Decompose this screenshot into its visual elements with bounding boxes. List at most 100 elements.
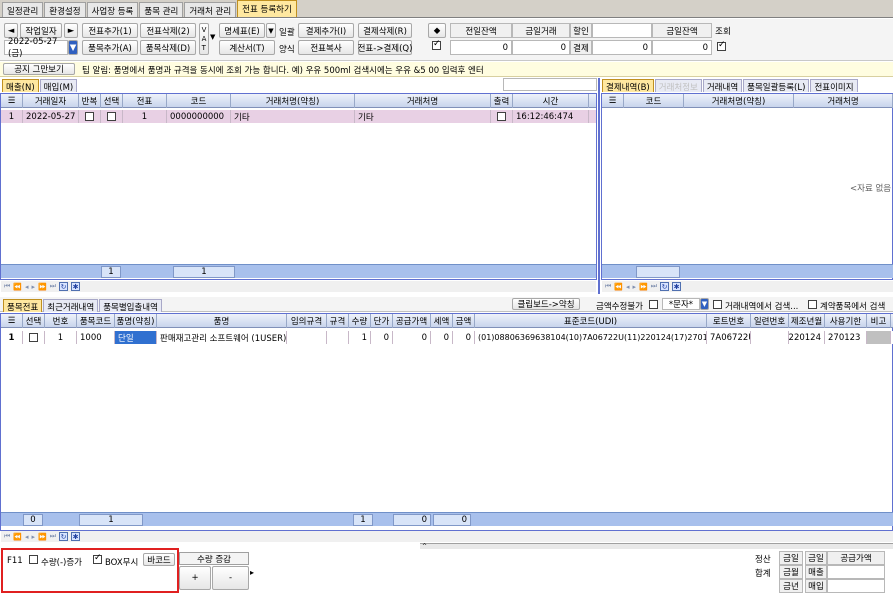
- col-payment-client-short[interactable]: 거래처명(약칭): [684, 94, 794, 108]
- clipboard-to-short-button[interactable]: 클립보드->약칭: [512, 298, 580, 310]
- slip-grid-navigator[interactable]: ⏮ ⏪ ◂ ▸ ⏩ ⏭ ↻ ✱: [1, 281, 596, 292]
- cell-item-number[interactable]: 1: [45, 331, 77, 344]
- expand-arrow-icon[interactable]: ▸: [250, 568, 254, 577]
- tab-recent-trade[interactable]: 최근거래내역: [43, 299, 99, 313]
- cell-mfg-date[interactable]: 220124: [789, 331, 825, 344]
- cell-select-checkbox[interactable]: [101, 110, 123, 123]
- col-expiry[interactable]: 사용기한: [825, 314, 867, 328]
- query-checkbox[interactable]: [717, 40, 726, 52]
- col-qty[interactable]: 수량: [349, 314, 371, 328]
- col-code[interactable]: 코드: [167, 94, 231, 108]
- tab-payment-history[interactable]: 결제내역(B): [602, 79, 654, 93]
- col-trade-date[interactable]: 거래일자: [23, 94, 79, 108]
- left-search-input[interactable]: [503, 78, 597, 91]
- item-delete-button[interactable]: 품목삭제(D): [140, 40, 196, 55]
- item-add-button[interactable]: 품목추가(A): [82, 40, 138, 55]
- filter-input[interactable]: *문자*: [662, 298, 700, 310]
- search-contract-checkbox[interactable]: [808, 300, 817, 310]
- cell-expiry[interactable]: 270123: [825, 331, 867, 344]
- tab-bulk-item-register[interactable]: 품목일괄등록(L): [743, 79, 810, 93]
- date-field[interactable]: 2022-05-27 (금): [4, 37, 68, 59]
- slip-delete-button[interactable]: 전표삭제(2): [140, 23, 196, 38]
- cell-code[interactable]: 0000000000: [167, 110, 231, 123]
- box-ignore-checkbox[interactable]: [93, 553, 102, 565]
- payment-delete-button[interactable]: 결제삭제(R): [358, 23, 412, 38]
- item-filter-icon[interactable]: ✱: [71, 532, 81, 541]
- cell-client-short[interactable]: 기타: [231, 110, 355, 123]
- cell-udi[interactable]: (01)08806369638104(10)7A06722U(11)220124…: [475, 331, 707, 344]
- col-item-name[interactable]: 품명: [157, 314, 287, 328]
- payment-grid-navigator[interactable]: ⏮ ⏪ ◂ ▸ ⏩ ⏭ ↻ ✱: [602, 281, 893, 292]
- col-supply-amount[interactable]: 공급가액: [393, 314, 431, 328]
- col-item-select[interactable]: 선택: [23, 314, 45, 328]
- nav-last-icon[interactable]: ⏭: [50, 282, 56, 291]
- col-item-short-name[interactable]: 품명(약칭): [115, 314, 157, 328]
- cell-supply-amount[interactable]: 0: [393, 331, 431, 344]
- nav-prev-icon[interactable]: ◂: [25, 283, 29, 291]
- item-grid-navigator[interactable]: ⏮ ⏪ ◂ ▸ ⏩ ⏭ ↻ ✱: [1, 531, 893, 542]
- vat-dropdown-icon[interactable]: ▼: [210, 33, 215, 41]
- col-repeat[interactable]: 반복: [79, 94, 101, 108]
- qty-minus-checkbox[interactable]: [29, 555, 38, 565]
- col-item-number[interactable]: 번호: [45, 314, 77, 328]
- cell-print-checkbox[interactable]: [491, 110, 513, 123]
- col-payment-client-name[interactable]: 거래처명: [794, 94, 893, 108]
- nav-refresh-icon[interactable]: ↻: [59, 282, 69, 291]
- cell-trade-date[interactable]: 2022-05-27: [23, 110, 79, 123]
- qty-minus-button[interactable]: -: [212, 566, 249, 590]
- tab-item-inout[interactable]: 품목별입출내역: [99, 299, 162, 313]
- tab-trade-history[interactable]: 거래내역: [702, 79, 743, 93]
- stop-notice-button[interactable]: 공지 그만보기: [3, 63, 75, 75]
- cell-spec[interactable]: [327, 331, 349, 344]
- filter-dropdown-icon[interactable]: ▼: [700, 298, 709, 310]
- tab-settings[interactable]: 환경설정: [44, 2, 86, 17]
- tab-sales[interactable]: 매출(N): [2, 79, 39, 93]
- col-lot-number[interactable]: 로트번호: [707, 314, 751, 328]
- search-trade-checkbox[interactable]: [713, 300, 722, 310]
- cell-amount[interactable]: 0: [453, 331, 475, 344]
- col-mfg-date[interactable]: 제조년월: [789, 314, 825, 328]
- slip-add-button[interactable]: 전표추가(1): [82, 23, 138, 38]
- col-time[interactable]: 시간: [513, 94, 589, 108]
- col-slip[interactable]: 전표: [123, 94, 167, 108]
- tab-clients[interactable]: 거래처 관리: [184, 2, 237, 17]
- nav-first-icon[interactable]: ⏮: [4, 282, 10, 291]
- nav-next-icon[interactable]: ▸: [32, 283, 36, 291]
- col-select[interactable]: 선택: [101, 94, 123, 108]
- cell-item-code[interactable]: 1000: [77, 331, 115, 344]
- tab-item-slip[interactable]: 품목전표: [3, 299, 43, 313]
- cell-custom-spec[interactable]: [287, 331, 327, 344]
- barcode-input[interactable]: [4, 569, 176, 591]
- horizontal-splitter[interactable]: ^: [420, 543, 893, 550]
- statement-dropdown-icon[interactable]: ▼: [266, 23, 276, 38]
- table-row[interactable]: 1 2022-05-27 1 0000000000 기타 기타 16:12:46…: [1, 110, 596, 123]
- col-amount[interactable]: 금액: [453, 314, 475, 328]
- qty-plus-button[interactable]: +: [179, 566, 211, 590]
- tab-purchase[interactable]: 매입(M): [39, 79, 78, 93]
- nav-next-page-icon[interactable]: ⏩: [38, 283, 47, 291]
- period-month[interactable]: 금월: [779, 565, 803, 579]
- col-serial-number[interactable]: 일련번호: [751, 314, 789, 328]
- item-select-checkbox[interactable]: [23, 331, 45, 344]
- slip-to-payment-button[interactable]: 전표->결제(Q): [358, 40, 412, 55]
- cell-item-name[interactable]: 판매재고관리 소프트웨어 (1USER): [157, 331, 287, 344]
- cell-tax[interactable]: 0: [431, 331, 453, 344]
- date-dropdown-icon[interactable]: ▼: [68, 40, 78, 55]
- period-day[interactable]: 금일: [779, 551, 803, 565]
- col-udi[interactable]: 표준코드(UDI): [475, 314, 707, 328]
- tab-items[interactable]: 품목 관리: [139, 2, 184, 17]
- nav-prev-page-icon[interactable]: ⏪: [13, 283, 22, 291]
- col-client-name[interactable]: 거래처명: [355, 94, 491, 108]
- item-refresh-icon[interactable]: ↻: [59, 532, 69, 541]
- col-note[interactable]: 비고: [867, 314, 891, 328]
- payment-refresh-icon[interactable]: ↻: [660, 282, 670, 291]
- col-client-short[interactable]: 거래처명(약칭): [231, 94, 355, 108]
- tab-slip-entry[interactable]: 전표 등록하기: [237, 0, 297, 17]
- col-custom-spec[interactable]: 임의규격: [287, 314, 327, 328]
- cell-item-short-name[interactable]: 단일: [115, 331, 157, 344]
- cell-time[interactable]: 16:12:46:474: [513, 110, 589, 123]
- col-spec[interactable]: 규격: [327, 314, 349, 328]
- vat-button[interactable]: V A T: [199, 23, 209, 55]
- tab-business[interactable]: 사업장 등록: [86, 2, 139, 17]
- slip-copy-button[interactable]: 전표복사: [298, 40, 354, 55]
